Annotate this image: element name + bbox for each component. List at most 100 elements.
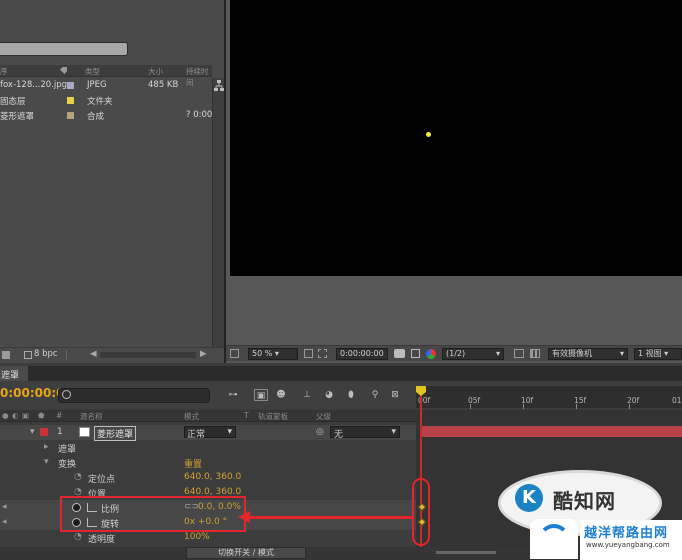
col-t[interactable]: T xyxy=(244,411,249,420)
tick-label: 01 xyxy=(672,396,682,405)
scroll-left-icon[interactable]: ◀ xyxy=(90,349,97,359)
item-duration: ? 0:00 xyxy=(186,110,213,120)
pickwhip-icon[interactable]: ◎ xyxy=(316,427,324,437)
keyframe-nav-icon[interactable]: ◂ xyxy=(2,517,7,527)
viewer-toolbar: 50 % ▾ 0:00:00:00 (1/2) ▾ 有效摄像机 ▾ 1 视图 ▾ xyxy=(226,345,682,361)
item-type: JPEG xyxy=(87,80,107,90)
item-type: 合成 xyxy=(87,112,105,122)
timeline-tab-bar xyxy=(0,366,682,381)
property-row-opacity[interactable]: ◔ 透明度 100% xyxy=(0,530,416,545)
project-item[interactable]: 菱形遮罩 合成 ? 0:00 xyxy=(0,109,212,123)
project-item[interactable]: fox-128...20.jpg JPEG 485 KB xyxy=(0,79,212,93)
label-swatch[interactable] xyxy=(67,82,74,89)
view-layout-select[interactable]: 1 视图 ▾ xyxy=(634,348,682,360)
project-search-input[interactable] xyxy=(0,42,128,56)
col-parent[interactable]: 父级 xyxy=(316,411,331,422)
timecode-display[interactable]: 0:00:00:00 xyxy=(336,348,388,360)
expand-arrow-icon[interactable]: ▾ xyxy=(30,427,35,437)
eye-icon[interactable]: ● xyxy=(2,411,9,420)
project-footer: 8 bpc ◀ ▶ xyxy=(0,347,224,361)
project-item[interactable]: 固态层 文件夹 xyxy=(0,94,212,108)
item-size: 485 KB xyxy=(148,80,179,90)
horizontal-scrollbar[interactable] xyxy=(100,352,196,358)
project-scrollbar[interactable] xyxy=(212,78,224,348)
watermark2-url: www.yueyangbang.com xyxy=(586,541,670,549)
anchor-value[interactable]: 640.0, 360.0 xyxy=(184,472,241,482)
col-trkmat[interactable]: 轨道蒙板 xyxy=(258,411,288,422)
tick-mark xyxy=(470,404,471,409)
label-swatch[interactable] xyxy=(40,428,48,436)
transform-label: 变换 xyxy=(58,460,77,470)
blend-mode-select[interactable]: 正常 ▾ xyxy=(184,426,236,440)
label-tag-icon[interactable]: ⬟ xyxy=(38,411,45,420)
solid-icon xyxy=(79,427,90,437)
tab-composition[interactable]: 遮罩 xyxy=(0,366,28,381)
flowchart-icon[interactable] xyxy=(214,80,224,92)
item-name: 菱形遮罩 xyxy=(0,112,35,122)
audio-icon[interactable]: ◐ xyxy=(12,411,19,420)
comp-mini-flowchart-icon[interactable]: ⊶ xyxy=(226,389,240,401)
project-column-header: 序 类型 大小 持续时间 xyxy=(0,65,212,87)
col-mode[interactable]: 模式 xyxy=(184,411,199,422)
col-size-label[interactable]: 大小 xyxy=(148,66,163,77)
property-row-anchor[interactable]: ◔ 定位点 640.0, 360.0 xyxy=(0,470,416,485)
transform-row[interactable]: ▾ 变换 重置 xyxy=(0,455,416,470)
zoom-slider[interactable] xyxy=(436,551,496,554)
label-swatch[interactable] xyxy=(67,112,74,119)
fit-icon[interactable] xyxy=(304,349,313,358)
label-tag-icon[interactable] xyxy=(60,67,67,74)
search-icon xyxy=(62,390,71,399)
new-comp-icon[interactable] xyxy=(24,351,32,359)
timeline-search-input[interactable] xyxy=(58,388,210,403)
region-icon[interactable] xyxy=(318,349,327,358)
divider xyxy=(66,350,67,360)
keyframe-nav-icon[interactable]: ◂ xyxy=(2,502,7,512)
draft-3d-icon[interactable]: ▣ xyxy=(254,389,268,401)
expand-arrow-icon[interactable]: ▸ xyxy=(44,442,49,452)
bit-depth-button[interactable]: 8 bpc xyxy=(34,349,58,359)
parent-select[interactable]: 无 ▾ xyxy=(330,426,400,440)
channel-icon[interactable] xyxy=(426,349,436,359)
masks-row[interactable]: ▸ 遮罩 xyxy=(0,440,416,455)
layer-name[interactable]: 菱形遮罩 xyxy=(94,426,137,441)
col-source-name[interactable]: 源名称 xyxy=(80,411,103,422)
label-swatch[interactable] xyxy=(67,97,74,104)
show-snapshot-icon[interactable] xyxy=(411,349,420,358)
auto-keyframe-icon[interactable]: ⚲ xyxy=(368,389,382,401)
layer-duration-bar[interactable] xyxy=(422,426,682,437)
expand-arrow-icon[interactable]: ▾ xyxy=(44,457,49,467)
time-ruler[interactable]: 00f 05f 10f 15f 20f 01 xyxy=(416,386,682,409)
toggle-switches-modes-button[interactable]: 切换开关 / 模式 xyxy=(186,547,306,559)
roi-icon[interactable] xyxy=(514,349,524,358)
brainstorm-icon[interactable]: ⬮ xyxy=(344,389,358,401)
zoom-select[interactable]: 50 % ▾ xyxy=(248,348,298,360)
transparency-grid-icon[interactable] xyxy=(530,349,540,358)
layer-index: 1 xyxy=(57,427,63,437)
resolution-select[interactable]: (1/2) ▾ xyxy=(442,348,504,360)
annotation-arrow xyxy=(248,516,413,519)
scroll-right-icon[interactable]: ▶ xyxy=(200,349,207,359)
stopwatch-icon[interactable]: ◔ xyxy=(74,472,82,482)
motion-blur-icon[interactable]: ◕ xyxy=(322,389,336,401)
lock-icon[interactable]: ▣ xyxy=(22,411,29,420)
annotation-box xyxy=(60,496,246,532)
masks-label: 遮罩 xyxy=(58,445,77,455)
anchor-label: 定位点 xyxy=(88,475,116,485)
graph-editor-icon[interactable]: ⊠ xyxy=(388,389,402,401)
stopwatch-icon[interactable]: ◔ xyxy=(74,532,82,542)
annotation-keyframes-highlight xyxy=(412,478,430,546)
opacity-value[interactable]: 100% xyxy=(184,532,210,542)
snapshot-icon[interactable] xyxy=(394,349,405,358)
frame-blending-icon[interactable]: ⊥ xyxy=(300,389,314,401)
hide-shy-layers-icon[interactable]: ☻ xyxy=(274,389,288,401)
layer-row[interactable]: ▾ 1 菱形遮罩 正常 ▾ ◎ 无 ▾ xyxy=(0,425,416,441)
camera-select[interactable]: 有效摄像机 ▾ xyxy=(548,348,628,360)
col-sort-label[interactable]: 序 xyxy=(0,66,8,77)
always-preview-icon[interactable] xyxy=(230,349,239,358)
watermark-brand: 酷知网 xyxy=(553,489,616,513)
composition-canvas[interactable] xyxy=(230,0,682,276)
trash-icon[interactable] xyxy=(2,351,10,359)
reset-link[interactable]: 重置 xyxy=(184,457,202,470)
col-type-label[interactable]: 类型 xyxy=(85,66,100,77)
item-name: fox-128...20.jpg xyxy=(0,80,68,90)
